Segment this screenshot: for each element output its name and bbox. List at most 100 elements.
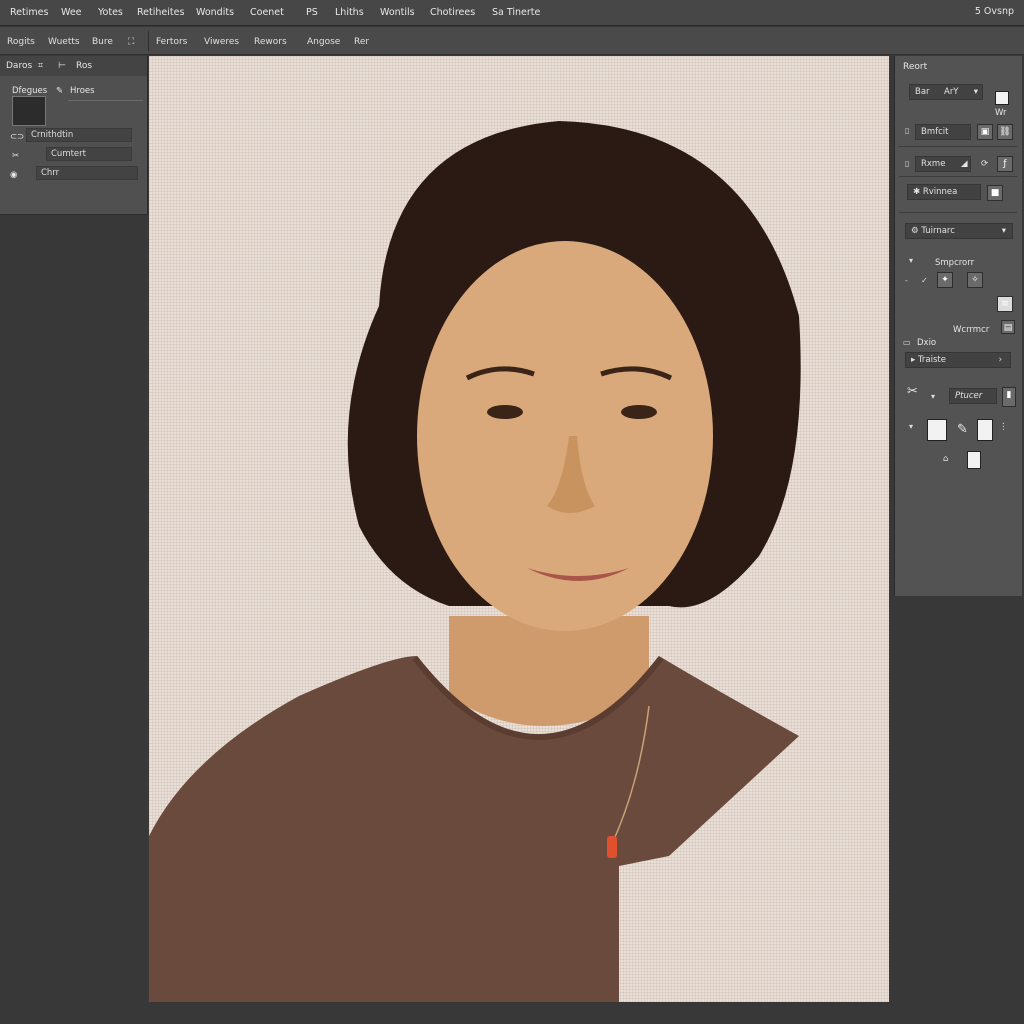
workspace-switcher[interactable]: 5 Ovsnp bbox=[975, 6, 1014, 17]
blend-mode-select[interactable]: Bar ArY ▾ bbox=[909, 84, 983, 100]
color-swatch[interactable] bbox=[995, 91, 1009, 105]
new-layer-icon[interactable]: ▤ bbox=[1001, 320, 1015, 334]
lasso-icon[interactable]: ✂ bbox=[907, 384, 918, 399]
pen-icon[interactable]: ✎ bbox=[957, 422, 968, 437]
chevron-down-icon: ▾ bbox=[973, 87, 978, 97]
layer-field-6[interactable]: Ptucer bbox=[949, 388, 997, 404]
menu-item-8[interactable]: Lhiths bbox=[335, 6, 364, 20]
separator-3 bbox=[899, 212, 1017, 213]
eye-icon[interactable]: ◉ bbox=[10, 168, 17, 182]
option-1[interactable]: Rogits bbox=[7, 37, 35, 47]
layer-field-4-label: Tuirnarc bbox=[921, 226, 955, 236]
chevron-down-icon-3[interactable]: ▾ bbox=[931, 392, 935, 401]
brush-icon[interactable]: ✎ bbox=[56, 84, 63, 98]
option-6[interactable]: Rewors bbox=[254, 37, 287, 47]
menu-item-6[interactable]: Coenet bbox=[250, 6, 284, 20]
menu-item-3[interactable]: Yotes bbox=[98, 6, 123, 20]
blend-mode-label: Bar bbox=[915, 87, 930, 97]
separator-2 bbox=[899, 176, 1017, 177]
face bbox=[417, 241, 713, 631]
left-panel-row-2[interactable]: Cumtert bbox=[46, 147, 132, 161]
tab-ros[interactable]: Ros bbox=[76, 61, 92, 71]
menu-item-9[interactable]: Wontils bbox=[380, 6, 415, 20]
right-panel-title: Reort bbox=[903, 62, 928, 72]
layer-field-3-label: Rvinnea bbox=[922, 187, 958, 197]
camera-icon[interactable]: ⌂ bbox=[943, 454, 948, 464]
option-4[interactable]: Fertors bbox=[156, 37, 187, 47]
gear-icon: ⚙ bbox=[911, 226, 922, 236]
scissors-icon[interactable]: ✂ bbox=[12, 149, 19, 163]
right-eye bbox=[621, 405, 657, 419]
left-panel-row-3[interactable]: Chrr bbox=[36, 166, 138, 180]
section-label-2: Wcrrmcr bbox=[953, 325, 990, 335]
left-panel: Daros ⌗ ⊢ Ros Dfegues ✎ Hroes ⊂⊃ Crnithd… bbox=[0, 56, 148, 215]
menu-item-10[interactable]: Chotirees bbox=[430, 6, 475, 20]
visibility-icon[interactable]: ▯ bbox=[905, 126, 909, 135]
layer-field-5[interactable]: ▸ Traiste › bbox=[905, 352, 1011, 368]
page-icon-3[interactable] bbox=[967, 451, 981, 469]
layer-field-5-label: Traiste bbox=[917, 355, 946, 365]
collapse-icon-2[interactable]: ▾ bbox=[909, 422, 913, 431]
swatch-note: Wr bbox=[995, 108, 1007, 118]
menu-item-11[interactable]: Sa Tinerte bbox=[492, 6, 540, 20]
tool-icon-b[interactable]: ✧ bbox=[967, 272, 983, 288]
menu-item-1[interactable]: Retimes bbox=[10, 6, 48, 20]
option-8[interactable]: Rer bbox=[354, 37, 369, 47]
layer-field-3[interactable]: ✱ Rvinnea bbox=[907, 184, 981, 200]
options-separator bbox=[148, 31, 149, 51]
link-icon[interactable]: ⊂⊃ bbox=[10, 130, 24, 144]
bottom-strip bbox=[0, 1002, 1024, 1024]
menu-item-4[interactable]: Retiheites bbox=[137, 6, 184, 20]
tab-icon[interactable]: ⌗ bbox=[38, 61, 43, 71]
histogram-icon[interactable]: ≡ bbox=[997, 296, 1013, 312]
option-7[interactable]: Angose bbox=[307, 37, 340, 47]
option-3[interactable]: Bure bbox=[92, 37, 113, 47]
layer-field-4[interactable]: ⚙ Tuirnarc ▾ bbox=[905, 223, 1013, 239]
menu-item-2[interactable]: Wee bbox=[61, 6, 82, 20]
menu-item-7[interactable]: PS bbox=[306, 6, 318, 20]
right-panel: Reort Bar ArY ▾ Wr ▯ Bmfcit ▣ ⛓ ▯ Rxme ◢… bbox=[894, 56, 1022, 596]
options-bar: Rogits Wuetts Bure ⛶ Fertors Viweres Rew… bbox=[0, 27, 1024, 55]
check-icon[interactable]: ✓ bbox=[921, 276, 928, 285]
collapse-icon[interactable]: ▾ bbox=[909, 256, 913, 265]
page-icon-1[interactable] bbox=[927, 419, 947, 441]
left-panel-row-1[interactable]: Crnithdtin bbox=[26, 128, 132, 142]
page-icon-2[interactable] bbox=[977, 419, 993, 441]
section-label-3: Dxio bbox=[917, 338, 937, 348]
section-label: Smpcrorr bbox=[935, 258, 975, 268]
refresh-icon[interactable]: ⟳ bbox=[981, 159, 988, 169]
menu-bar: Retimes Wee Yotes Retiheites Wondits Coe… bbox=[0, 0, 1024, 26]
visibility-icon-2[interactable]: ▯ bbox=[905, 159, 909, 168]
adjust-icon[interactable]: ◢ bbox=[961, 159, 968, 169]
folder-icon[interactable]: ▭ bbox=[903, 338, 911, 347]
pendant bbox=[607, 836, 617, 858]
chevron-right-icon: › bbox=[998, 355, 1002, 365]
layer-thumbnail[interactable] bbox=[12, 96, 46, 126]
left-panel-header-right: Hroes bbox=[70, 86, 95, 96]
document-canvas[interactable] bbox=[149, 56, 889, 1002]
square-icon[interactable]: ■ bbox=[987, 185, 1003, 201]
chevron-down-icon-2: ▾ bbox=[1001, 226, 1006, 236]
left-eye bbox=[487, 405, 523, 419]
link-layers-icon[interactable]: ⛓ bbox=[997, 124, 1013, 140]
left-panel-tabs: Daros ⌗ ⊢ Ros bbox=[0, 56, 147, 76]
minus-icon[interactable]: - bbox=[905, 276, 908, 285]
tab-daros[interactable]: Daros bbox=[6, 61, 32, 71]
sparkle-icon: ✱ bbox=[913, 187, 923, 197]
left-empty-area bbox=[0, 215, 147, 1024]
tool-icon[interactable]: ⛶ bbox=[128, 37, 134, 47]
tool-icon-a[interactable]: ✦ bbox=[937, 272, 953, 288]
more-icon[interactable]: ⋮ bbox=[999, 422, 1008, 432]
separator-1 bbox=[899, 146, 1017, 147]
option-5[interactable]: Viweres bbox=[204, 37, 239, 47]
blend-mode-value: ArY bbox=[944, 87, 959, 97]
portrait-image bbox=[149, 121, 801, 1002]
menu-item-5[interactable]: Wondits bbox=[196, 6, 234, 20]
pin-icon[interactable]: ⊢ bbox=[58, 61, 66, 71]
option-2[interactable]: Wuetts bbox=[48, 37, 80, 47]
row-arrow-icon: ▸ bbox=[911, 355, 918, 365]
scroll-handle-icon[interactable]: ▮ bbox=[1002, 387, 1016, 407]
layer-field-1[interactable]: Bmfcit bbox=[915, 124, 971, 140]
layer-mask-icon[interactable]: ▣ bbox=[977, 124, 993, 140]
fx-icon[interactable]: ƒ bbox=[997, 156, 1013, 172]
